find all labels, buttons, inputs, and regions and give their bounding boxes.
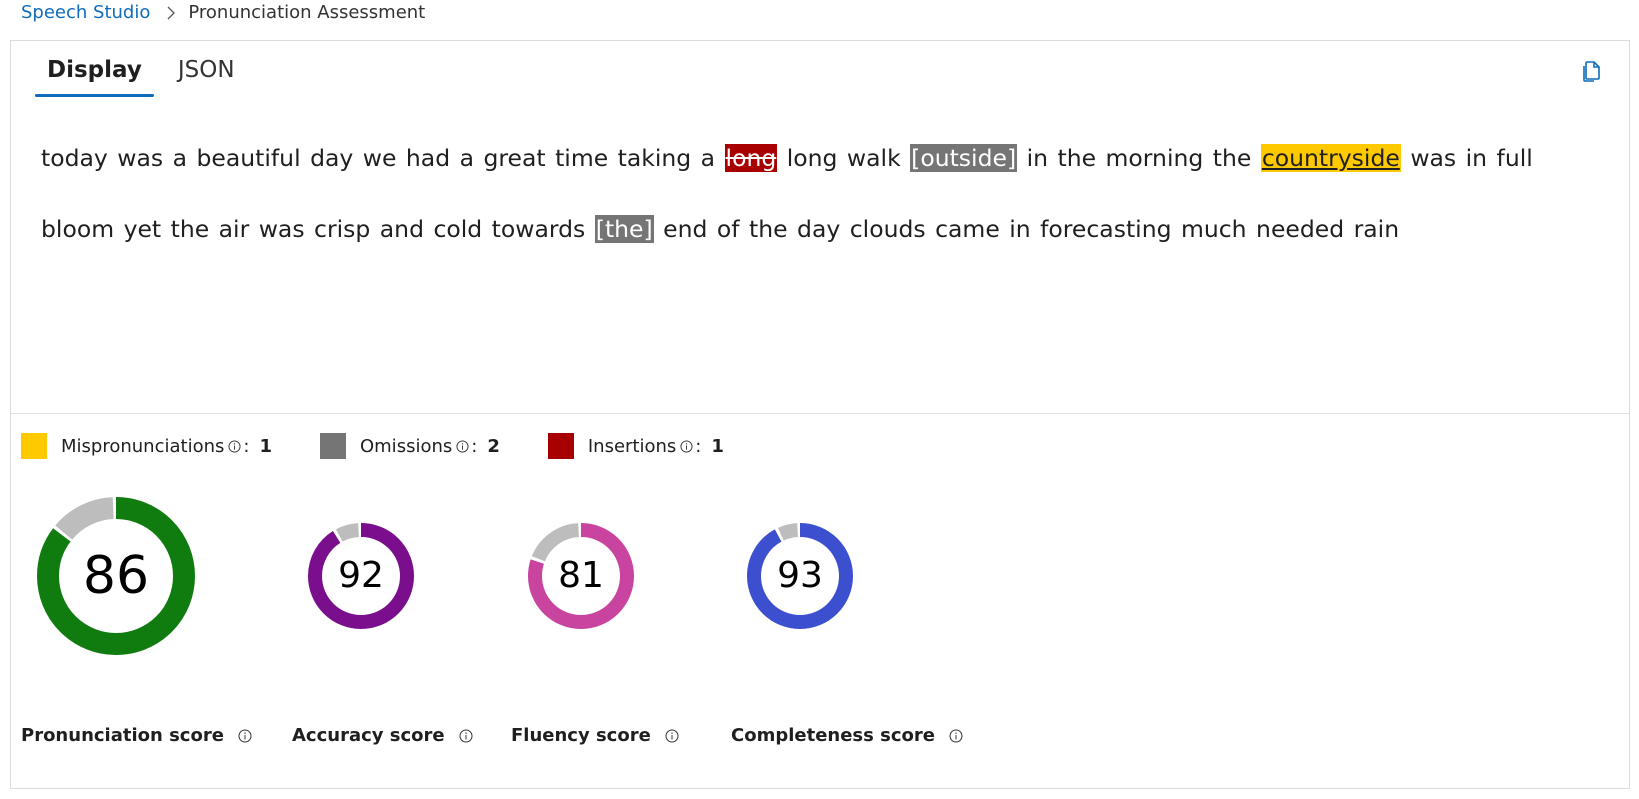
score-label-text: Accuracy score bbox=[292, 725, 445, 746]
accuracy-score-label: Accuracy score bbox=[292, 725, 475, 746]
legend-omissions: Omissions : 2 bbox=[319, 433, 500, 459]
pronunciation-score-gauge: 86 bbox=[36, 496, 196, 656]
info-icon[interactable] bbox=[228, 439, 241, 453]
completeness-score-gauge: 93 bbox=[746, 522, 854, 630]
legend-insertions: Insertions : 1 bbox=[547, 433, 724, 459]
insertion-word: long bbox=[724, 144, 778, 172]
chevron-right-icon bbox=[167, 6, 176, 20]
score-label-text: Fluency score bbox=[511, 725, 651, 746]
omission-word: [outside] bbox=[910, 144, 1018, 172]
omission-swatch bbox=[319, 433, 346, 459]
tab-display[interactable]: Display bbox=[35, 53, 154, 97]
copy-icon[interactable] bbox=[1579, 59, 1603, 83]
completeness-score-label: Completeness score bbox=[731, 725, 965, 746]
legend-label: Omissions bbox=[359, 435, 453, 457]
legend-separator: : bbox=[695, 435, 702, 457]
legend-label: Insertions bbox=[587, 435, 677, 457]
legend-count: 2 bbox=[487, 435, 500, 457]
legend-count: 1 bbox=[259, 435, 272, 457]
pronunciation-score-label: Pronunciation score bbox=[21, 725, 254, 746]
mispronunciation-word: countryside bbox=[1260, 144, 1401, 172]
info-icon[interactable] bbox=[949, 729, 963, 743]
legend-mispronunciations: Mispronunciations : 1 bbox=[21, 433, 272, 459]
transcript-segment: today was a beautiful day we had a great… bbox=[41, 144, 725, 172]
breadcrumb: Speech Studio Pronunciation Assessment bbox=[21, 2, 425, 24]
result-tabs: Display JSON bbox=[35, 53, 259, 97]
transcript-text: today was a beautiful day we had a great… bbox=[41, 123, 1611, 265]
info-icon[interactable] bbox=[459, 729, 473, 743]
info-icon[interactable] bbox=[456, 439, 469, 453]
legend-label: Mispronunciations bbox=[61, 435, 225, 457]
transcript-segment: in the morning the bbox=[1017, 144, 1261, 172]
accuracy-score-value: 92 bbox=[338, 555, 384, 596]
info-icon[interactable] bbox=[665, 729, 679, 743]
omission-word: [the] bbox=[594, 215, 654, 243]
pronunciation-score-value: 86 bbox=[82, 546, 150, 606]
legend-separator: : bbox=[243, 435, 250, 457]
tab-json[interactable]: JSON bbox=[166, 53, 247, 97]
fluency-score-label: Fluency score bbox=[511, 725, 681, 746]
legend-count: 1 bbox=[711, 435, 724, 457]
legend-separator: : bbox=[471, 435, 478, 457]
score-label-text: Pronunciation score bbox=[21, 725, 224, 746]
info-icon[interactable] bbox=[680, 439, 693, 453]
breadcrumb-speech-studio-link[interactable]: Speech Studio bbox=[21, 2, 150, 24]
info-icon[interactable] bbox=[238, 729, 252, 743]
transcript-segment: long walk bbox=[777, 144, 911, 172]
insertion-swatch bbox=[547, 433, 574, 459]
fluency-score-gauge: 81 bbox=[527, 522, 635, 630]
transcript-segment: end of the day clouds came in forecastin… bbox=[653, 215, 1400, 243]
completeness-score-value: 93 bbox=[777, 555, 823, 596]
error-legend: Mispronunciations : 1 Omissions : 2 Inse… bbox=[21, 433, 772, 459]
divider bbox=[11, 413, 1629, 414]
mispronunciation-swatch bbox=[21, 433, 47, 459]
score-label-text: Completeness score bbox=[731, 725, 935, 746]
accuracy-score-gauge: 92 bbox=[307, 522, 415, 630]
fluency-score-value: 81 bbox=[558, 555, 604, 596]
breadcrumb-current: Pronunciation Assessment bbox=[188, 2, 426, 23]
assessment-panel: Display JSON today was a beautiful day w… bbox=[10, 40, 1630, 789]
